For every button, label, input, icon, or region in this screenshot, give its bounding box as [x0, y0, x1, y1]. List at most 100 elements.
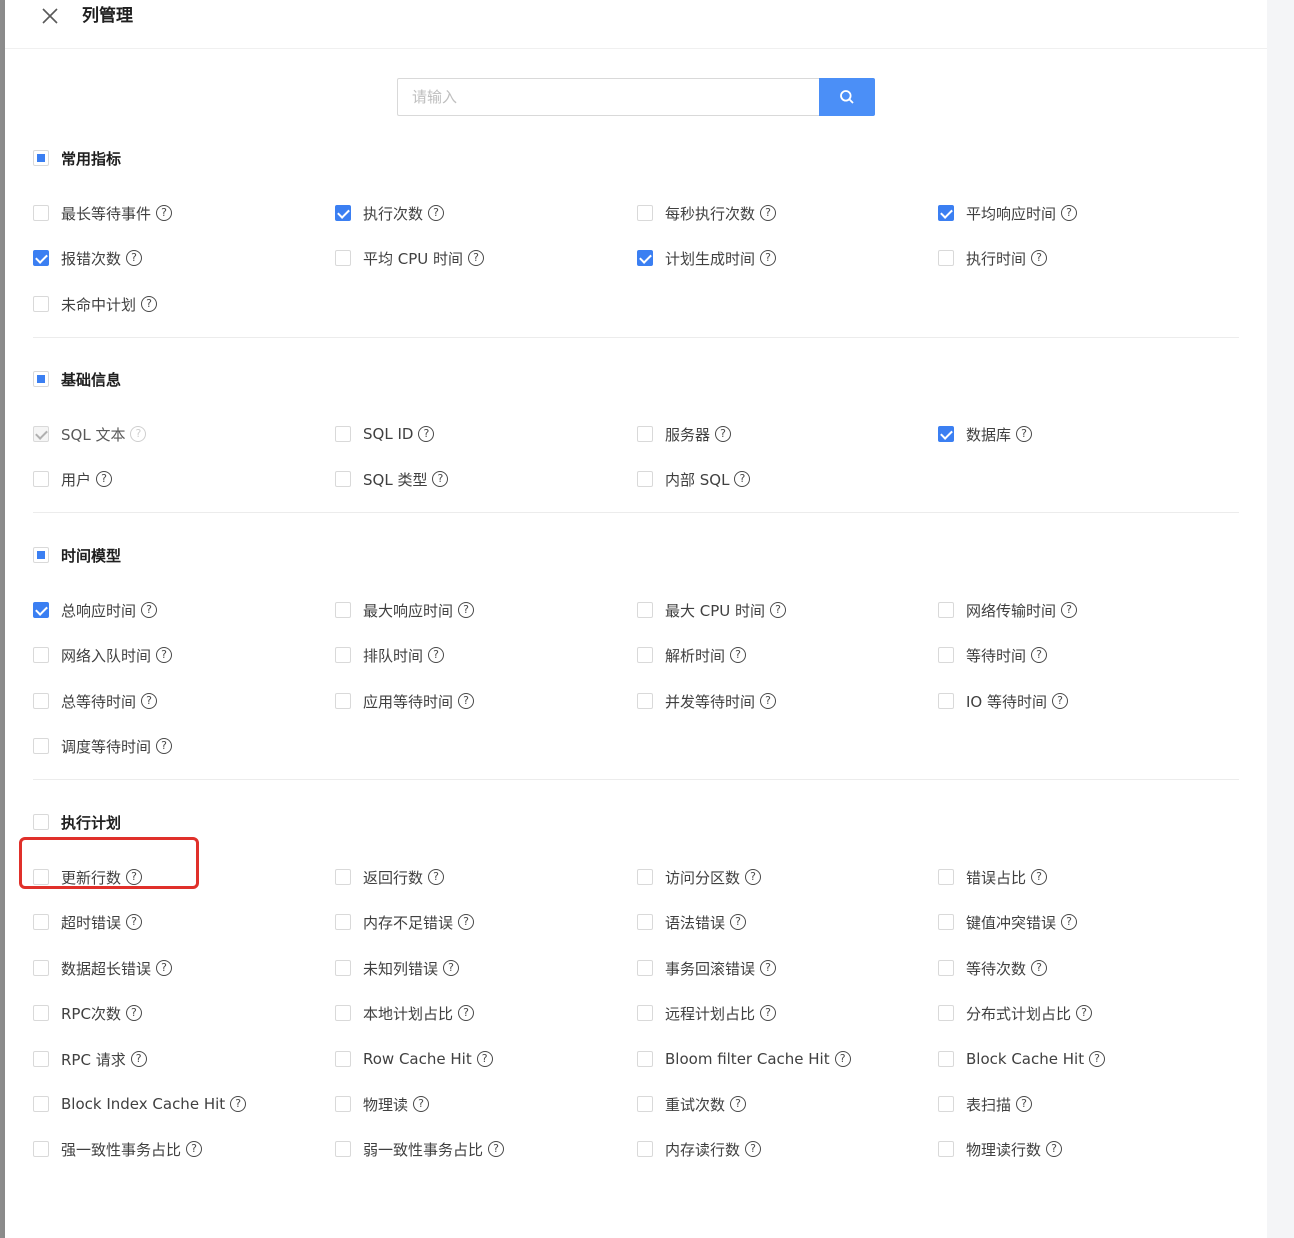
column-checkbox[interactable] [33, 960, 49, 976]
question-circle-icon[interactable]: ? [230, 1096, 247, 1112]
column-checkbox[interactable] [335, 1096, 351, 1112]
column-option[interactable]: 超时错误? [33, 911, 143, 933]
question-circle-icon[interactable]: ? [458, 914, 475, 930]
column-option[interactable]: 网络入队时间? [33, 644, 173, 666]
column-checkbox[interactable] [637, 205, 653, 221]
question-circle-icon[interactable]: ? [432, 471, 449, 487]
column-checkbox[interactable] [335, 960, 351, 976]
column-checkbox[interactable] [938, 1141, 954, 1157]
column-checkbox[interactable] [335, 1005, 351, 1021]
column-option[interactable]: 等待时间? [938, 644, 1048, 666]
question-circle-icon[interactable]: ? [760, 693, 777, 709]
question-circle-icon[interactable]: ? [745, 869, 762, 885]
column-checkbox[interactable] [637, 869, 653, 885]
question-circle-icon[interactable]: ? [715, 426, 732, 442]
column-checkbox[interactable] [637, 960, 653, 976]
column-option[interactable]: 平均响应时间? [938, 202, 1078, 224]
question-circle-icon[interactable]: ? [126, 250, 143, 266]
question-circle-icon[interactable]: ? [141, 296, 158, 312]
column-option[interactable]: 最大响应时间? [335, 599, 475, 621]
column-checkbox[interactable] [938, 205, 954, 221]
column-checkbox[interactable] [637, 602, 653, 618]
question-circle-icon[interactable]: ? [745, 1141, 762, 1157]
column-option[interactable]: 内存不足错误? [335, 911, 475, 933]
question-circle-icon[interactable]: ? [130, 1051, 147, 1067]
question-circle-icon[interactable]: ? [428, 205, 445, 221]
column-checkbox[interactable] [637, 1096, 653, 1112]
column-option[interactable]: Row Cache Hit? [335, 1048, 493, 1070]
question-circle-icon[interactable]: ? [468, 250, 485, 266]
question-circle-icon[interactable]: ? [458, 693, 475, 709]
column-option[interactable]: 平均 CPU 时间? [335, 247, 485, 269]
column-checkbox[interactable] [33, 602, 49, 618]
column-option[interactable]: Block Cache Hit? [938, 1048, 1106, 1070]
column-option[interactable]: 更新行数? [33, 866, 143, 888]
question-circle-icon[interactable]: ? [488, 1141, 505, 1157]
column-option[interactable]: 最长等待事件? [33, 202, 173, 224]
column-option[interactable]: 弱一致性事务占比? [335, 1138, 505, 1160]
column-checkbox[interactable] [33, 471, 49, 487]
column-checkbox[interactable] [938, 426, 954, 442]
section-select-all-checkbox[interactable] [33, 150, 49, 166]
column-option[interactable]: RPC次数? [33, 1002, 142, 1024]
question-circle-icon[interactable]: ? [730, 914, 747, 930]
column-option[interactable]: 物理读行数? [938, 1138, 1063, 1160]
column-checkbox[interactable] [938, 602, 954, 618]
question-circle-icon[interactable]: ? [458, 1005, 475, 1021]
column-option[interactable]: Block Index Cache Hit? [33, 1093, 247, 1115]
column-option[interactable]: 每秒执行次数? [637, 202, 777, 224]
column-checkbox[interactable] [33, 250, 49, 266]
column-option[interactable]: 总等待时间? [33, 690, 158, 712]
column-option[interactable]: 总响应时间? [33, 599, 158, 621]
question-circle-icon[interactable]: ? [126, 914, 143, 930]
column-checkbox[interactable] [335, 250, 351, 266]
question-circle-icon[interactable]: ? [443, 960, 460, 976]
column-option[interactable]: 内存读行数? [637, 1138, 762, 1160]
column-checkbox[interactable] [938, 647, 954, 663]
question-circle-icon[interactable]: ? [760, 205, 777, 221]
question-circle-icon[interactable]: ? [458, 602, 475, 618]
column-option[interactable]: 返回行数? [335, 866, 445, 888]
column-checkbox[interactable] [938, 1096, 954, 1112]
question-circle-icon[interactable]: ? [156, 738, 173, 754]
column-option[interactable]: 未知列错误? [335, 957, 460, 979]
question-circle-icon[interactable]: ? [186, 1141, 203, 1157]
column-checkbox[interactable] [33, 647, 49, 663]
column-option[interactable]: 调度等待时间? [33, 735, 173, 757]
column-checkbox[interactable] [335, 426, 351, 442]
question-circle-icon[interactable]: ? [141, 693, 158, 709]
section-header[interactable]: 基础信息 [33, 368, 121, 390]
question-circle-icon[interactable]: ? [125, 1005, 142, 1021]
question-circle-icon[interactable]: ? [1031, 647, 1048, 663]
column-checkbox[interactable] [335, 869, 351, 885]
question-circle-icon[interactable]: ? [476, 1051, 493, 1067]
column-option[interactable]: SQL 类型? [335, 468, 449, 490]
column-checkbox[interactable] [938, 1051, 954, 1067]
section-header[interactable]: 常用指标 [33, 147, 121, 169]
column-checkbox[interactable] [33, 1005, 49, 1021]
column-checkbox[interactable] [938, 1005, 954, 1021]
column-checkbox[interactable] [938, 250, 954, 266]
section-select-all-checkbox[interactable] [33, 371, 49, 387]
question-circle-icon[interactable]: ? [156, 205, 173, 221]
column-option[interactable]: 执行时间? [938, 247, 1048, 269]
column-option[interactable]: 等待次数? [938, 957, 1048, 979]
column-option[interactable]: 数据超长错误? [33, 957, 173, 979]
column-option[interactable]: 解析时间? [637, 644, 747, 666]
question-circle-icon[interactable]: ? [428, 647, 445, 663]
column-checkbox[interactable] [335, 602, 351, 618]
column-checkbox[interactable] [637, 1051, 653, 1067]
column-checkbox[interactable] [335, 693, 351, 709]
column-checkbox[interactable] [33, 693, 49, 709]
column-option[interactable]: 未命中计划? [33, 293, 158, 315]
section-header[interactable]: 时间模型 [33, 544, 121, 566]
column-checkbox[interactable] [637, 471, 653, 487]
column-option[interactable]: 网络传输时间? [938, 599, 1078, 621]
section-select-all-checkbox[interactable] [33, 814, 49, 830]
section-select-all-checkbox[interactable] [33, 547, 49, 563]
column-option[interactable]: 用户? [33, 468, 113, 490]
question-circle-icon[interactable]: ? [834, 1051, 851, 1067]
question-circle-icon[interactable]: ? [1052, 693, 1068, 709]
column-checkbox[interactable] [335, 1141, 351, 1157]
question-circle-icon[interactable]: ? [413, 1096, 430, 1112]
